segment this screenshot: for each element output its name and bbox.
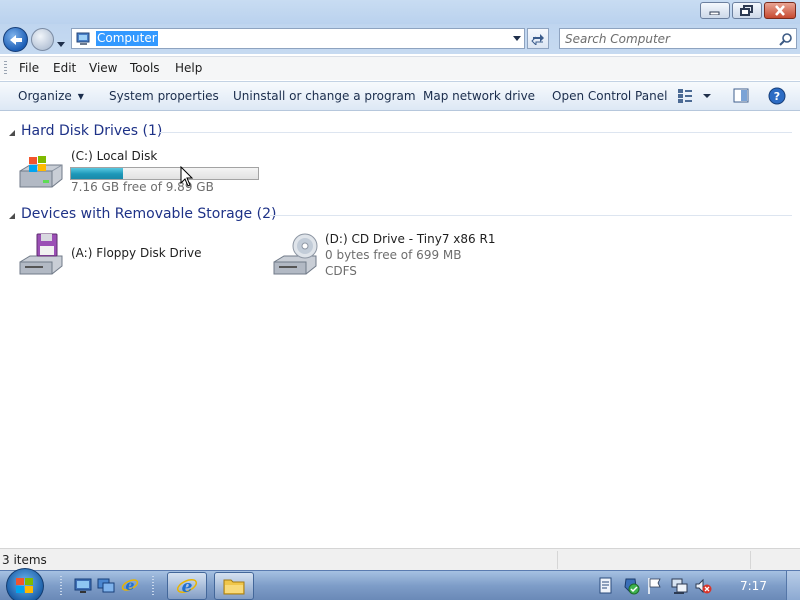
floppy-drive-icon: [19, 233, 63, 275]
command-bar: Organize ▼ System properties Uninstall or…: [0, 81, 800, 111]
taskbar-clock[interactable]: 7:17: [740, 579, 767, 593]
folder-icon: [223, 579, 245, 595]
help-icon: ?: [768, 87, 786, 105]
status-separator: [557, 551, 558, 569]
chevron-down-icon: [57, 42, 65, 47]
network-icon[interactable]: [670, 577, 688, 595]
taskbar: e e 7:17: [0, 568, 800, 600]
address-bar[interactable]: Computer: [71, 28, 525, 49]
drive-item-d[interactable]: (D:) CD Drive - Tiny7 x86 R1 0 bytes fre…: [271, 232, 501, 280]
preview-pane-button[interactable]: [733, 88, 749, 107]
disk-usage-fill: [71, 168, 123, 179]
close-icon: [775, 5, 785, 16]
close-button[interactable]: [764, 2, 796, 19]
address-dropdown-icon[interactable]: [513, 36, 521, 41]
group-title: Hard Disk Drives (1): [21, 123, 163, 139]
window-switcher-icon[interactable]: [97, 576, 115, 594]
refresh-button[interactable]: [527, 28, 549, 49]
minimize-button[interactable]: [700, 2, 730, 19]
drive-name: (D:) CD Drive - Tiny7 x86 R1: [325, 232, 496, 246]
taskbar-windows-explorer[interactable]: [214, 572, 254, 600]
show-desktop-button[interactable]: [786, 571, 800, 600]
disk-usage-bar: [70, 167, 259, 180]
group-divider: [160, 132, 792, 133]
map-network-drive-button[interactable]: Map network drive: [423, 89, 535, 103]
volume-muted-icon[interactable]: [694, 577, 712, 595]
mouse-cursor-icon: [180, 166, 194, 187]
menu-view[interactable]: View: [89, 61, 117, 75]
chevron-down-icon: ▼: [77, 92, 84, 101]
file-list-pane[interactable]: Hard Disk Drives (1) (C:) Local Disk 7.1…: [0, 112, 800, 548]
address-text[interactable]: Computer: [96, 31, 158, 46]
internet-explorer-quicklaunch-icon[interactable]: e: [121, 576, 139, 594]
menu-grip: [4, 61, 7, 76]
computer-icon: [76, 32, 90, 45]
menu-edit[interactable]: Edit: [53, 61, 76, 75]
show-desktop-quicklaunch-icon[interactable]: [74, 576, 92, 594]
open-control-panel-button[interactable]: Open Control Panel: [552, 89, 667, 103]
uninstall-program-button[interactable]: Uninstall or change a program: [233, 89, 416, 103]
view-options-button[interactable]: [678, 88, 714, 107]
back-arrow-icon: [9, 34, 22, 45]
action-center-icon[interactable]: [598, 577, 614, 595]
restore-button[interactable]: [732, 2, 762, 19]
internet-explorer-icon: e: [176, 577, 198, 596]
flag-icon[interactable]: [646, 577, 662, 595]
taskbar-internet-explorer[interactable]: e: [167, 572, 207, 600]
window-controls: [700, 2, 796, 19]
drive-item-a[interactable]: (A:) Floppy Disk Drive: [17, 232, 217, 280]
taskbar-grip[interactable]: [152, 576, 154, 596]
svg-text:?: ?: [774, 90, 780, 103]
collapse-triangle-icon[interactable]: [8, 212, 16, 220]
collapse-triangle-icon[interactable]: [8, 129, 16, 137]
security-shield-icon[interactable]: [622, 577, 640, 595]
start-button[interactable]: [6, 568, 44, 600]
system-properties-button[interactable]: System properties: [109, 89, 219, 103]
help-button[interactable]: ?: [768, 87, 786, 108]
magnifier-icon[interactable]: [779, 32, 793, 46]
group-title: Devices with Removable Storage (2): [21, 206, 277, 222]
restore-icon: [740, 5, 753, 16]
menu-tools[interactable]: Tools: [130, 61, 160, 75]
menu-file[interactable]: File: [19, 61, 39, 75]
cd-drive-icon: [273, 233, 318, 275]
svg-text:e: e: [182, 577, 193, 596]
drive-name: (C:) Local Disk: [71, 149, 158, 163]
minimize-icon: [709, 11, 720, 15]
back-button[interactable]: [3, 27, 28, 52]
status-separator: [750, 551, 751, 569]
windows-logo-icon: [16, 578, 33, 593]
search-box[interactable]: [559, 28, 797, 49]
title-bar: [0, 0, 800, 26]
windows-hard-disk-icon: [19, 156, 63, 188]
forward-button[interactable]: [31, 28, 54, 51]
organize-label: Organize: [18, 89, 72, 103]
navigation-bar: Computer: [0, 24, 800, 54]
item-count: 3 items: [2, 553, 47, 567]
drive-free-space: 0 bytes free of 699 MB: [325, 248, 462, 262]
refresh-icon: [531, 33, 544, 45]
group-divider: [270, 215, 792, 216]
drive-file-system: CDFS: [325, 264, 357, 278]
status-bar: 3 items: [0, 548, 800, 570]
organize-button[interactable]: Organize ▼: [18, 89, 84, 103]
taskbar-grip[interactable]: [60, 576, 62, 596]
views-icon: [678, 89, 711, 103]
menu-bar: File Edit View Tools Help: [0, 56, 800, 80]
recent-pages-dropdown[interactable]: [57, 36, 65, 50]
drive-item-c[interactable]: (C:) Local Disk 7.16 GB free of 9.89 GB: [17, 149, 267, 197]
menu-help[interactable]: Help: [175, 61, 202, 75]
drive-name: (A:) Floppy Disk Drive: [71, 246, 202, 260]
svg-text:e: e: [126, 578, 135, 594]
preview-pane-icon: [733, 88, 749, 103]
search-input[interactable]: [565, 31, 770, 46]
